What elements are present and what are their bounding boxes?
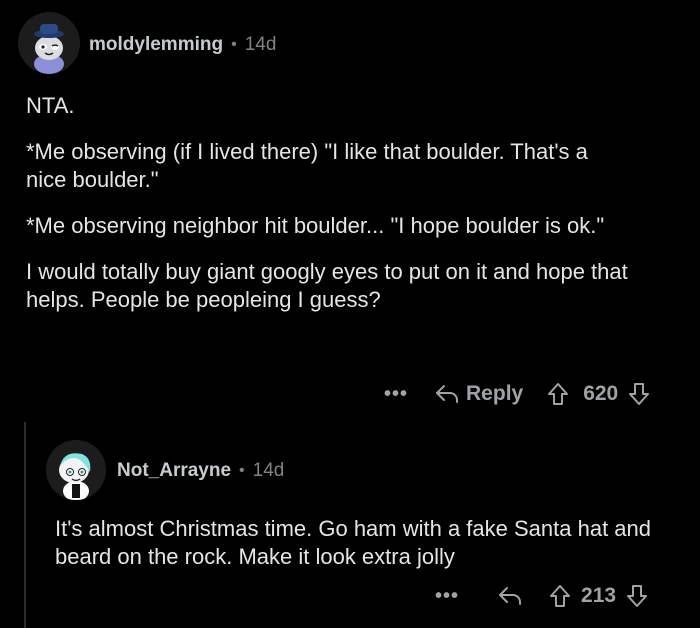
downvote-arrow-icon xyxy=(627,585,648,607)
downvote-arrow-icon xyxy=(629,383,650,405)
thread-line[interactable] xyxy=(24,422,26,628)
upvote-button[interactable] xyxy=(549,584,571,608)
reply-button[interactable] xyxy=(497,585,523,607)
comment-age: 14d xyxy=(244,34,277,55)
meta-separator: • xyxy=(239,462,245,479)
snoo-avatar-icon xyxy=(18,12,80,74)
vote-count: 213 xyxy=(581,584,617,607)
comment-paragraph: *Me observing (if I lived there) "I like… xyxy=(26,139,588,192)
reply-arrow-icon xyxy=(499,587,522,605)
reply-meta: Not_Arrayne • 14d xyxy=(117,460,284,482)
reply-actions: ••• 213 xyxy=(435,582,648,610)
upvote-arrow-icon xyxy=(548,383,569,405)
comment-paragraph: NTA. xyxy=(26,93,75,118)
comment-username[interactable]: moldylemming xyxy=(89,34,223,56)
reply-username[interactable]: Not_Arrayne xyxy=(117,460,231,482)
avatar[interactable] xyxy=(18,12,80,74)
reply-paragraph: It's almost Christmas time. Go ham with … xyxy=(55,516,652,569)
comment-meta: moldylemming • 14d xyxy=(89,34,276,56)
comment-paragraph: I would totally buy giant googly eyes to… xyxy=(26,259,628,312)
more-options-button[interactable]: ••• xyxy=(435,585,459,608)
reply-body: It's almost Christmas time. Go ham with … xyxy=(55,515,680,571)
reply-button[interactable]: Reply xyxy=(434,382,523,406)
downvote-button[interactable] xyxy=(628,382,650,406)
downvote-button[interactable] xyxy=(626,584,648,608)
reply-label: Reply xyxy=(466,382,524,405)
meta-separator: • xyxy=(231,36,237,53)
snoo-avatar-icon xyxy=(46,440,106,500)
comment-actions: ••• Reply 620 xyxy=(384,380,650,408)
reply-age: 14d xyxy=(252,460,285,481)
comment-paragraph: *Me observing neighbor hit boulder... "I… xyxy=(26,213,605,238)
more-options-button[interactable]: ••• xyxy=(384,383,408,406)
reply-avatar[interactable] xyxy=(46,440,106,500)
comment-body: NTA. *Me observing (if I lived there) "I… xyxy=(26,92,686,314)
upvote-button[interactable] xyxy=(547,382,569,406)
reply-arrow-icon xyxy=(436,385,459,403)
upvote-arrow-icon xyxy=(550,585,571,607)
vote-count: 620 xyxy=(583,382,619,405)
